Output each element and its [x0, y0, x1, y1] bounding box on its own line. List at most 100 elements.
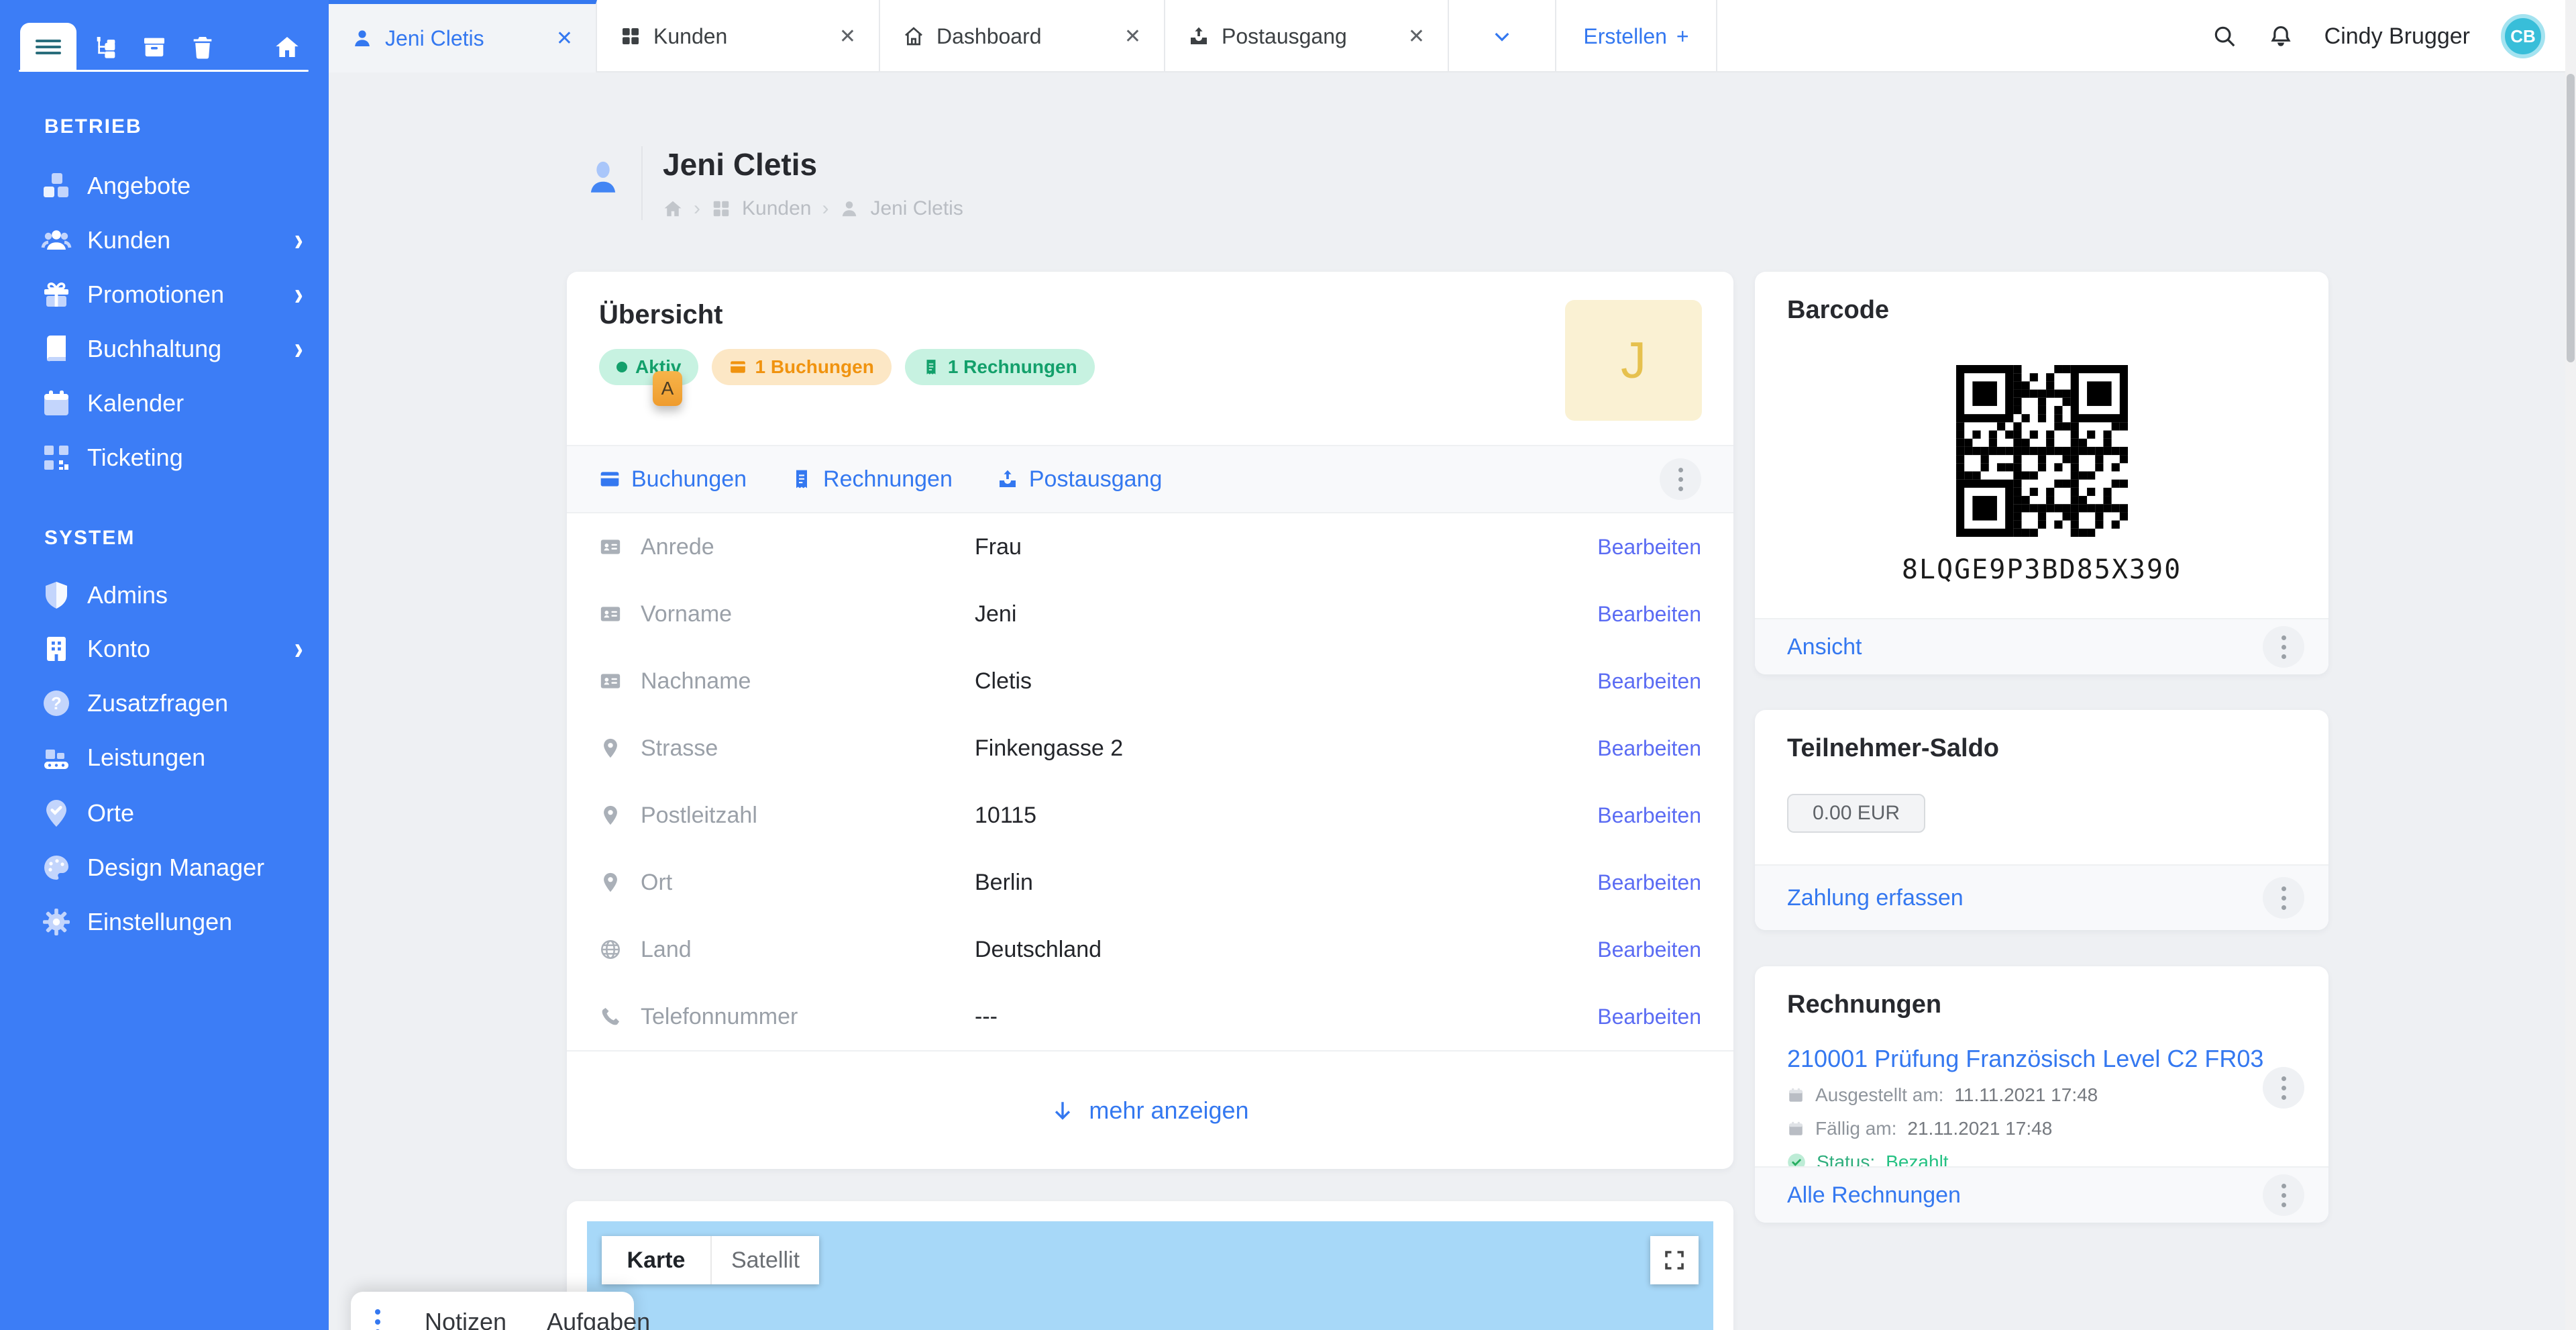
- map-pin-check-icon: [40, 797, 72, 829]
- sidebar-toolbar: [0, 0, 329, 71]
- home-icon[interactable]: [274, 34, 301, 60]
- create-label: Erstellen: [1583, 24, 1667, 49]
- grid-icon: [711, 199, 731, 219]
- edit-link[interactable]: Bearbeiten: [1597, 870, 1701, 895]
- tab-kunden[interactable]: Kunden ✕: [597, 0, 880, 72]
- archive-icon[interactable]: [141, 34, 168, 60]
- invoices-menu-button[interactable]: [2263, 1174, 2304, 1216]
- invoices-card: Rechnungen 210001 Prüfung Französisch Le…: [1755, 966, 2328, 1223]
- close-icon[interactable]: ✕: [1392, 25, 1425, 48]
- user-name[interactable]: Cindy Brugger: [2324, 23, 2470, 50]
- drawer-menu-button[interactable]: [371, 1309, 384, 1330]
- search-icon[interactable]: [2212, 23, 2237, 49]
- sidebar-item-ticketing[interactable]: Ticketing: [0, 431, 329, 484]
- map-pin-icon: [599, 737, 622, 760]
- tree-view-icon[interactable]: [93, 34, 119, 60]
- all-invoices-link[interactable]: Alle Rechnungen: [1787, 1182, 1961, 1209]
- barcode-value: 8LQGE9P3BD85X390: [1787, 554, 2296, 585]
- invoices-badge: 1 Rechnungen: [905, 349, 1095, 385]
- satellite-view-button[interactable]: Satellit: [710, 1236, 819, 1284]
- tab-rechnungen[interactable]: Rechnungen: [791, 466, 953, 493]
- qr-code: [1956, 365, 2128, 537]
- tab-jeni-cletis[interactable]: Jeni Cletis ✕: [329, 0, 597, 72]
- drawer-tab-aufgaben[interactable]: Aufgaben: [547, 1308, 650, 1330]
- field-row-telefonnummer: Telefonnummer --- Bearbeiten: [567, 983, 1733, 1050]
- edit-link[interactable]: Bearbeiten: [1597, 736, 1701, 761]
- field-value: Cletis: [975, 668, 1597, 695]
- tab-buchungen[interactable]: Buchungen: [599, 466, 747, 493]
- scrollbar-thumb[interactable]: [2567, 74, 2575, 362]
- close-icon[interactable]: ✕: [540, 27, 573, 50]
- menu-toggle-button[interactable]: [20, 23, 76, 71]
- barcode-view-link[interactable]: Ansicht: [1787, 634, 1862, 660]
- sidebar-item-kunden[interactable]: Kunden ›: [0, 213, 329, 267]
- field-value: Deutschland: [975, 937, 1597, 963]
- overview-head: Übersicht Aktiv 1 Buchungen 1 Rechnungen…: [567, 272, 1733, 445]
- map-canvas[interactable]: Karte Satellit: [587, 1221, 1713, 1330]
- calendar-icon: [40, 387, 72, 419]
- tab-postausgang[interactable]: Postausgang ✕: [1165, 0, 1449, 72]
- overview-menu-button[interactable]: [1660, 458, 1701, 500]
- home-icon[interactable]: [663, 199, 683, 219]
- create-tab-button[interactable]: Erstellen +: [1556, 0, 1717, 72]
- edit-link[interactable]: Bearbeiten: [1597, 602, 1701, 627]
- sidebar-item-leistungen[interactable]: Leistungen: [0, 731, 329, 784]
- edit-link[interactable]: Bearbeiten: [1597, 937, 1701, 962]
- map-view-button[interactable]: Karte: [602, 1236, 710, 1284]
- breadcrumb: › Kunden › Jeni Cletis: [663, 197, 963, 220]
- chevron-right-icon: ›: [294, 633, 303, 665]
- barcode-menu-button[interactable]: [2263, 626, 2304, 668]
- close-icon[interactable]: ✕: [823, 25, 856, 48]
- sidebar-item-kalender[interactable]: Kalender: [0, 376, 329, 430]
- breadcrumb-kunden[interactable]: Kunden: [742, 197, 811, 220]
- map-type-control: Karte Satellit: [602, 1236, 819, 1284]
- edit-link[interactable]: Bearbeiten: [1597, 535, 1701, 560]
- outbox-icon: [1188, 25, 1210, 47]
- bell-icon[interactable]: [2268, 23, 2294, 49]
- sidebar-item-orte[interactable]: Orte: [0, 786, 329, 840]
- chevron-right-icon: ›: [294, 278, 303, 311]
- drawer-tab-notizen[interactable]: Notizen: [425, 1308, 506, 1330]
- tab-label: Postausgang: [1222, 24, 1347, 49]
- show-more-button[interactable]: mehr anzeigen: [567, 1050, 1733, 1169]
- invoice-link[interactable]: 210001 Prüfung Französisch Level C2 FR03: [1787, 1045, 2296, 1072]
- sidebar-item-angebote[interactable]: Angebote: [0, 159, 329, 213]
- edit-link[interactable]: Bearbeiten: [1597, 1005, 1701, 1029]
- record-payment-link[interactable]: Zahlung erfassen: [1787, 885, 1964, 911]
- sidebar-item-konto[interactable]: Konto ›: [0, 622, 329, 676]
- edit-link[interactable]: Bearbeiten: [1597, 669, 1701, 694]
- person-icon: [839, 199, 859, 219]
- sidebar-item-einstellungen[interactable]: Einstellungen: [0, 895, 329, 949]
- sidebar-item-zusatzfragen[interactable]: ? Zusatzfragen: [0, 676, 329, 730]
- person-icon: [352, 28, 373, 49]
- sidebar-item-design-manager[interactable]: Design Manager: [0, 841, 329, 894]
- close-icon[interactable]: ✕: [1108, 25, 1141, 48]
- saldo-menu-button[interactable]: [2263, 877, 2304, 919]
- tab-dashboard[interactable]: Dashboard ✕: [880, 0, 1165, 72]
- user-avatar[interactable]: CB: [2501, 14, 2545, 58]
- gear-icon: [40, 906, 72, 938]
- tabs-dropdown-button[interactable]: [1449, 0, 1556, 72]
- page-scrollbar[interactable]: [2565, 0, 2576, 1330]
- users-icon: [40, 224, 72, 256]
- card-icon: [599, 468, 621, 490]
- sidebar-item-label: Admins: [87, 581, 168, 609]
- globe-icon: [599, 938, 622, 961]
- map-fullscreen-button[interactable]: [1650, 1236, 1699, 1284]
- contact-avatar[interactable]: A: [653, 371, 682, 406]
- tab-postausgang[interactable]: Postausgang: [997, 466, 1163, 493]
- status-dot-icon: [616, 362, 627, 372]
- sidebar-item-admins[interactable]: Admins: [0, 568, 329, 622]
- sidebar-item-promotionen[interactable]: Promotionen ›: [0, 268, 329, 321]
- qr-icon: [40, 442, 72, 474]
- invoice-menu-button[interactable]: [2263, 1067, 2304, 1109]
- bookings-badge: 1 Buchungen: [712, 349, 891, 385]
- barcode-title: Barcode: [1787, 296, 2296, 325]
- sidebar-item-buchhaltung[interactable]: Buchhaltung ›: [0, 322, 329, 376]
- invoices-title: Rechnungen: [1787, 990, 2296, 1019]
- sidebar-item-label: Konto: [87, 635, 150, 663]
- sidebar-item-label: Design Manager: [87, 854, 264, 882]
- trash-icon[interactable]: [189, 34, 216, 60]
- sidebar-item-label: Angebote: [87, 172, 191, 200]
- edit-link[interactable]: Bearbeiten: [1597, 803, 1701, 828]
